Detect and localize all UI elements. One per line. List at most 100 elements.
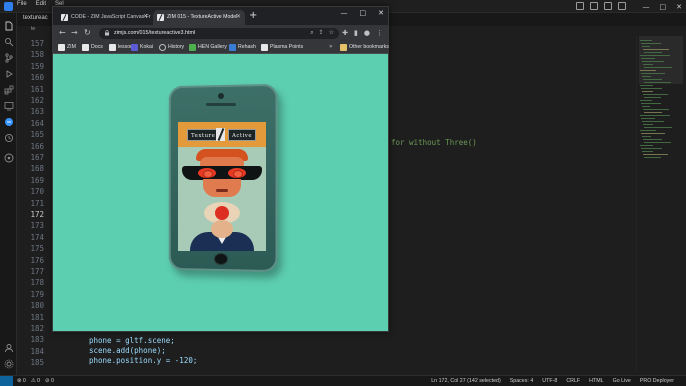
source-control-icon[interactable] (4, 53, 14, 63)
line-number: 182 (30, 324, 44, 333)
minimap-line (644, 142, 671, 143)
line-number: 177 (30, 267, 44, 276)
status-indentation[interactable]: Spaces: 4 (510, 378, 534, 384)
remote-explorer-icon[interactable] (4, 101, 14, 111)
other-bookmarks[interactable]: Other bookmarks (340, 44, 389, 51)
zoom-icon[interactable]: ⌕ (310, 29, 313, 37)
site-info-icon[interactable] (104, 30, 110, 36)
line-number: 178 (30, 278, 44, 288)
run-debug-icon[interactable] (4, 69, 14, 79)
live-share-icon[interactable] (4, 153, 14, 163)
active-word: Active (228, 129, 257, 141)
page-viewport[interactable]: Texture Active (53, 54, 388, 331)
line-number: 180 (30, 301, 44, 311)
status-warnings[interactable]: ⚠ 0 (31, 378, 40, 384)
status-errors[interactable]: ⊗ 0 (17, 378, 26, 384)
share-icon[interactable]: ⇪ (319, 29, 324, 37)
toggle-panel-icon[interactable] (590, 2, 598, 10)
account-icon[interactable] (4, 343, 14, 353)
bookmark-label: ZIM (67, 44, 76, 50)
menu-file[interactable]: File (17, 1, 27, 7)
chrome-maximize-icon[interactable]: □ (360, 9, 367, 17)
forward-arrow-icon[interactable]: → (71, 28, 78, 38)
status-pro-deployer[interactable]: PRO Deployer (640, 378, 674, 384)
line-number: 170 (30, 187, 44, 197)
phone-screen-texture[interactable]: Texture Active (178, 122, 266, 251)
toggle-secondary-sidebar-icon[interactable] (604, 2, 612, 10)
minimap[interactable] (636, 36, 686, 371)
minimap-line (640, 145, 653, 146)
search-icon[interactable] (4, 37, 14, 47)
chrome-minimize-icon[interactable]: — (341, 9, 348, 17)
line-number: 183 (30, 335, 44, 345)
extensions-puzzle-icon[interactable]: ✚ (342, 29, 348, 38)
chrome-tab-textureactive[interactable]: ZIM 015 - TextureActive Model ✕ (153, 10, 245, 25)
profile-avatar-icon[interactable]: ● (364, 29, 370, 38)
status-go-live[interactable]: Go Live (613, 378, 631, 384)
minimap-line (643, 64, 653, 65)
side-panel-icon[interactable]: ▮ (354, 29, 358, 38)
layout-controls (576, 2, 626, 10)
minimap-line (641, 58, 655, 59)
new-tab-button[interactable]: + (249, 11, 257, 21)
minimize-icon[interactable]: — (643, 3, 650, 11)
bookmarks-overflow-button[interactable]: » (329, 43, 333, 50)
remote-indicator-icon[interactable] (0, 376, 13, 386)
status-cursor-position[interactable]: Ln 172, Col 27 (142 selected) (431, 378, 501, 384)
code-text: scene.add(phone); (89, 346, 166, 355)
minimap-line (643, 139, 662, 140)
bookmark-plasma-icon (261, 44, 268, 51)
testing-icon[interactable] (4, 117, 14, 127)
explorer-icon[interactable] (4, 21, 14, 31)
timeline-icon[interactable] (4, 133, 14, 143)
bookmark-kokai[interactable]: Kokai (131, 44, 153, 51)
bookmark-history[interactable]: History (159, 44, 184, 51)
address-bar[interactable]: zimjs.com/015/textureactive3.html ⌕ ⇪ ☆ (99, 28, 339, 39)
line-number: 157 (30, 39, 44, 48)
minimap-line (644, 52, 662, 53)
maximize-icon[interactable]: □ (660, 3, 667, 11)
chrome-close-icon[interactable]: ✕ (378, 9, 384, 17)
bookmark-zim[interactable]: ZIM (58, 44, 76, 51)
chrome-menu-icon[interactable]: ⋮ (376, 29, 383, 38)
status-info[interactable]: ⊘ 0 (45, 378, 54, 384)
settings-gear-icon[interactable] (4, 359, 14, 369)
reload-icon[interactable]: ↻ (84, 28, 91, 38)
toggle-sidebar-icon[interactable] (576, 2, 584, 10)
bookmark-lessons-icon (109, 44, 116, 51)
vscode-logo-icon (4, 2, 13, 11)
line-number: 167 (30, 153, 44, 162)
line-number: 171 (30, 198, 44, 208)
status-bar: ⊗ 0 ⚠ 0 ⊘ 0 Ln 172, Col 27 (142 selected… (0, 375, 686, 386)
status-language[interactable]: HTML (589, 378, 603, 384)
bookmark-hen-icon (189, 44, 196, 51)
minimap-line (640, 70, 656, 71)
status-encoding[interactable]: UTF-8 (542, 378, 557, 384)
editor-tab-textureactive[interactable]: textureac (23, 15, 48, 21)
zim-logo-icon (216, 128, 225, 141)
bookmark-docs[interactable]: Docs (82, 44, 103, 51)
minimap-line (644, 82, 671, 83)
close-tab-icon[interactable]: ✕ (143, 10, 148, 24)
back-arrow-icon[interactable]: ← (59, 28, 66, 38)
code-comment-fragment: for without Three() (391, 138, 477, 147)
bookmark-plasma-points[interactable]: Plasma Points (261, 44, 303, 51)
chrome-toolbar-right: ✚ ▮ ● ⋮ (342, 29, 383, 38)
minimap-line (641, 103, 661, 104)
phone-model[interactable]: Texture Active (168, 83, 278, 273)
line-number: 162 (30, 96, 44, 105)
chrome-tab-code[interactable]: CODE - ZIM JavaScript Canvas Fr ✕ (57, 10, 152, 25)
line-number: 161 (30, 84, 44, 94)
extensions-icon[interactable] (4, 85, 14, 95)
customize-layout-icon[interactable] (618, 2, 626, 10)
bookmark-star-icon[interactable]: ☆ (329, 29, 334, 37)
bookmark-hen-gallery[interactable]: HEN Gallery (189, 44, 227, 51)
bookmark-rehash[interactable]: Rehash (229, 44, 256, 51)
close-tab-icon[interactable]: ✕ (236, 10, 241, 24)
menu-edit[interactable]: Edit (36, 1, 46, 7)
bookmark-label: Other bookmarks (349, 44, 389, 50)
code-line-184: scene.add(phone); (89, 346, 166, 356)
close-icon[interactable]: ✕ (676, 3, 682, 11)
status-eol[interactable]: CRLF (566, 378, 580, 384)
line-number: 169 (30, 175, 44, 185)
